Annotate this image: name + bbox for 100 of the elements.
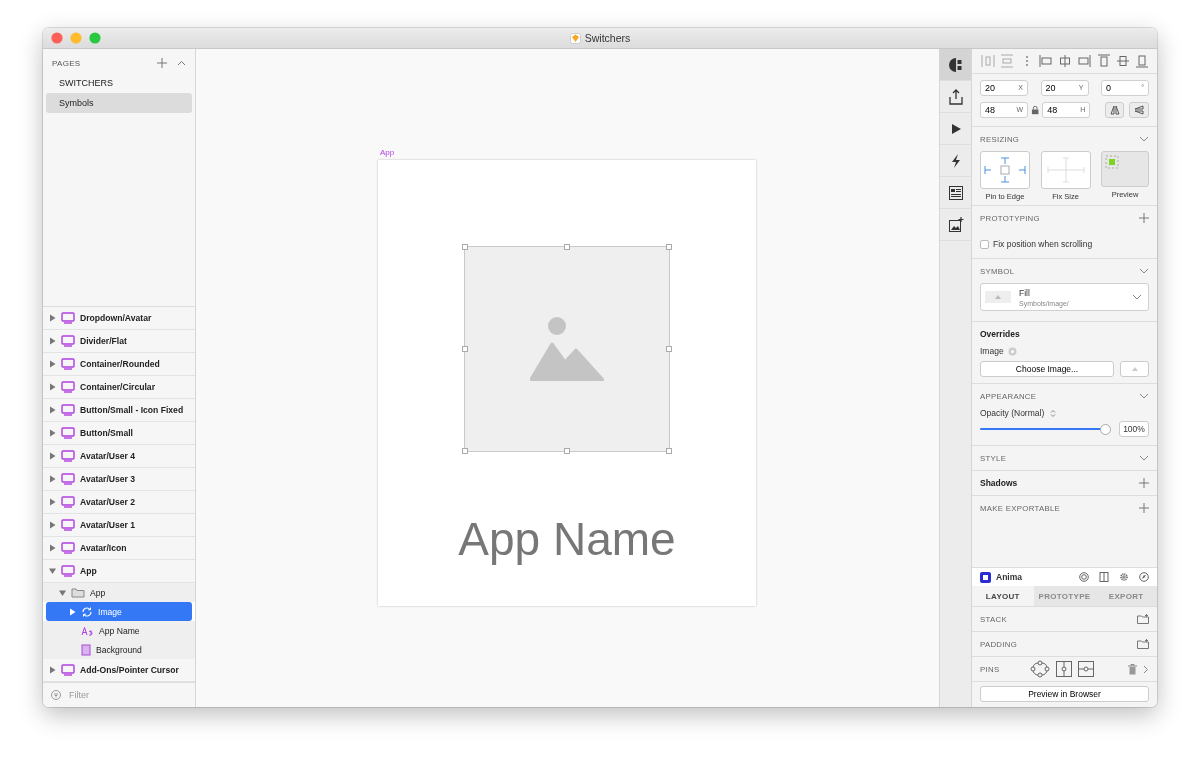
monitor-icon [61, 473, 75, 485]
document-icon [569, 32, 581, 44]
layer-row[interactable]: Background [43, 640, 195, 659]
flip-vertical-button[interactable] [1129, 102, 1149, 118]
add-icon[interactable] [157, 58, 167, 68]
lock-icon[interactable] [1031, 105, 1040, 115]
checkbox[interactable] [980, 239, 989, 249]
layer-row[interactable]: Avatar/User 3 [43, 468, 195, 491]
align-center-icon[interactable] [1058, 54, 1072, 68]
add-folder-icon[interactable] [1137, 614, 1149, 624]
add-icon[interactable] [1139, 213, 1149, 223]
window-title: Switchers [584, 32, 631, 44]
disclosure-triangle-icon[interactable] [49, 383, 56, 391]
chevron-down-icon[interactable] [1132, 294, 1142, 300]
app-name-text: App Name [458, 512, 676, 566]
layer-row[interactable]: Add-Ons/Pointer Cursor [43, 659, 195, 682]
disclosure-triangle-icon[interactable] [49, 452, 56, 460]
align-middle-icon[interactable] [1115, 54, 1130, 68]
zoom-button[interactable] [89, 32, 101, 44]
layer-row[interactable]: App [43, 560, 195, 583]
resize-handle[interactable] [462, 346, 468, 352]
add-icon[interactable] [1139, 478, 1149, 488]
disclosure-triangle-icon[interactable] [49, 666, 56, 674]
image-thumbnail-button[interactable] [1120, 361, 1149, 377]
page-item[interactable]: Symbols [46, 93, 192, 113]
resize-handle[interactable] [666, 448, 672, 454]
filter-icon [51, 690, 61, 700]
opacity-field[interactable]: 100% [1119, 421, 1149, 437]
layer-row[interactable]: Button/Small - Icon Fixed [43, 399, 195, 422]
disclosure-triangle-icon[interactable] [49, 521, 56, 529]
disclosure-triangle-icon[interactable] [49, 314, 56, 322]
target-icon[interactable] [1079, 572, 1089, 582]
add-folder-icon[interactable] [1137, 639, 1149, 649]
disclosure-triangle-icon[interactable] [49, 498, 56, 506]
align-left-icon[interactable] [1038, 54, 1053, 68]
chevron-right-icon[interactable] [1143, 664, 1149, 674]
add-icon[interactable] [1139, 503, 1149, 513]
sync-icon [81, 605, 93, 618]
layer-row[interactable]: App Name [43, 621, 195, 640]
disclosure-triangle-icon[interactable] [49, 429, 56, 437]
resize-handle[interactable] [666, 346, 672, 352]
layer-row[interactable]: Container/Rounded [43, 353, 195, 376]
columns-icon[interactable] [1099, 572, 1109, 582]
resize-handle[interactable] [462, 244, 468, 250]
resize-handle[interactable] [666, 244, 672, 250]
layer-row[interactable]: Container/Circular [43, 376, 195, 399]
layer-row[interactable]: Avatar/User 2 [43, 491, 195, 514]
export-icon[interactable] [947, 88, 964, 105]
disclosure-triangle-icon[interactable] [49, 337, 56, 345]
resize-handle[interactable] [462, 448, 468, 454]
layer-row[interactable]: Divider/Flat [43, 330, 195, 353]
symbol-thumbnail [985, 291, 1011, 303]
layer-row[interactable]: Avatar/User 1 [43, 514, 195, 537]
layer-row[interactable]: App [43, 583, 195, 602]
settings-icon[interactable] [1119, 572, 1129, 582]
layer-row[interactable]: Avatar/Icon [43, 537, 195, 560]
chevron-down-icon[interactable] [1139, 455, 1149, 461]
disclosure-triangle-icon[interactable] [49, 544, 56, 552]
preview-in-browser-button[interactable]: Preview in Browser [980, 686, 1149, 702]
layer-row[interactable]: Dropdown/Avatar [43, 307, 195, 330]
monitor-icon [61, 404, 75, 416]
pin-horizontal-icon[interactable] [1078, 661, 1094, 677]
chevron-up-icon[interactable] [177, 60, 186, 66]
add-image-icon[interactable] [947, 216, 964, 233]
layer-row[interactable]: Button/Small [43, 422, 195, 445]
disclosure-triangle-icon[interactable] [58, 589, 67, 596]
layer-row[interactable]: Avatar/User 4 [43, 445, 195, 468]
monitor-icon [61, 496, 75, 508]
disclosure-triangle-icon[interactable] [48, 567, 57, 575]
chevron-down-icon[interactable] [1139, 136, 1149, 142]
disclosure-triangle-icon[interactable] [49, 475, 56, 483]
slider-thumb[interactable] [1100, 423, 1111, 435]
align-right-icon[interactable] [1077, 54, 1092, 68]
flip-vertical-icon [1134, 105, 1145, 115]
filter-field[interactable]: Filter [67, 689, 181, 701]
resize-handle[interactable] [564, 448, 570, 454]
selected-layer-row[interactable]: Image [46, 602, 192, 621]
close-button[interactable] [51, 32, 63, 44]
disclosure-triangle-icon[interactable] [49, 406, 56, 414]
list-layout-icon[interactable] [947, 184, 964, 201]
inspector-icon[interactable] [947, 56, 964, 73]
align-bottom-icon[interactable] [1135, 54, 1149, 68]
folder-icon [71, 587, 85, 598]
compass-icon[interactable] [1139, 572, 1149, 582]
page-item[interactable]: SWITCHERS [46, 73, 192, 93]
preview-icon [1105, 155, 1119, 169]
pin-vertical-icon[interactable] [1056, 661, 1072, 677]
trash-icon[interactable] [1128, 663, 1137, 675]
pin-all-icon[interactable] [1030, 660, 1050, 678]
resize-handle[interactable] [564, 244, 570, 250]
disclosure-triangle-icon[interactable] [69, 607, 76, 616]
monitor-icon [61, 358, 75, 370]
disclosure-triangle-icon[interactable] [49, 360, 56, 368]
flip-horizontal-button[interactable] [1104, 102, 1125, 118]
artboard-label[interactable]: App [380, 148, 395, 157]
chevron-down-icon[interactable] [1139, 393, 1149, 399]
chevron-down-icon[interactable] [1139, 268, 1149, 274]
anima-logo-icon [980, 571, 991, 583]
choose-image-button[interactable]: Choose Image... [980, 361, 1114, 377]
plugin-title: Anima [996, 572, 1023, 582]
